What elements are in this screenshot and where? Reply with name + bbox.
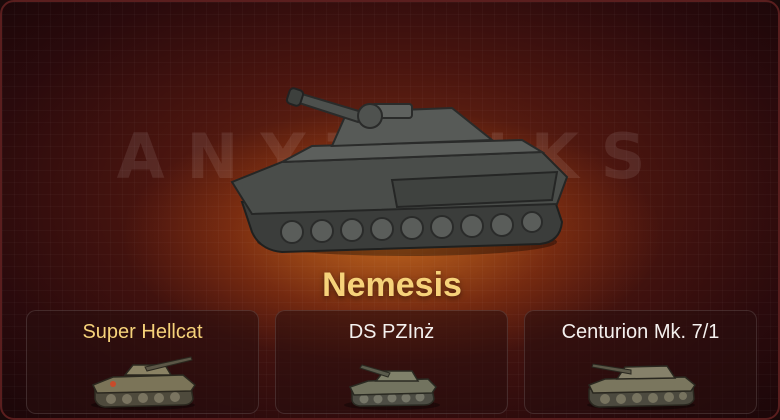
variant-card-ds-pzinz[interactable]: DS PZInż (275, 310, 508, 414)
selected-tank-name: Nemesis (322, 266, 462, 304)
tank-showcase-card: ANYTANKS Nemesis Su (0, 0, 780, 420)
variant-list: Super Hellcat DS PZInż Centurion Mk. 7/1 (26, 310, 758, 414)
variant-label: Super Hellcat (82, 321, 203, 343)
variant-card-super-hellcat[interactable]: Super Hellcat (26, 310, 259, 414)
tank-icon (90, 356, 196, 410)
variant-card-centurion[interactable]: Centurion Mk. 7/1 (524, 310, 757, 414)
main-tank-icon (230, 87, 569, 256)
variant-label: DS PZInż (348, 321, 435, 343)
tank-icon (586, 363, 696, 410)
tank-icon (343, 364, 440, 410)
variant-label: Centurion Mk. 7/1 (561, 321, 720, 343)
